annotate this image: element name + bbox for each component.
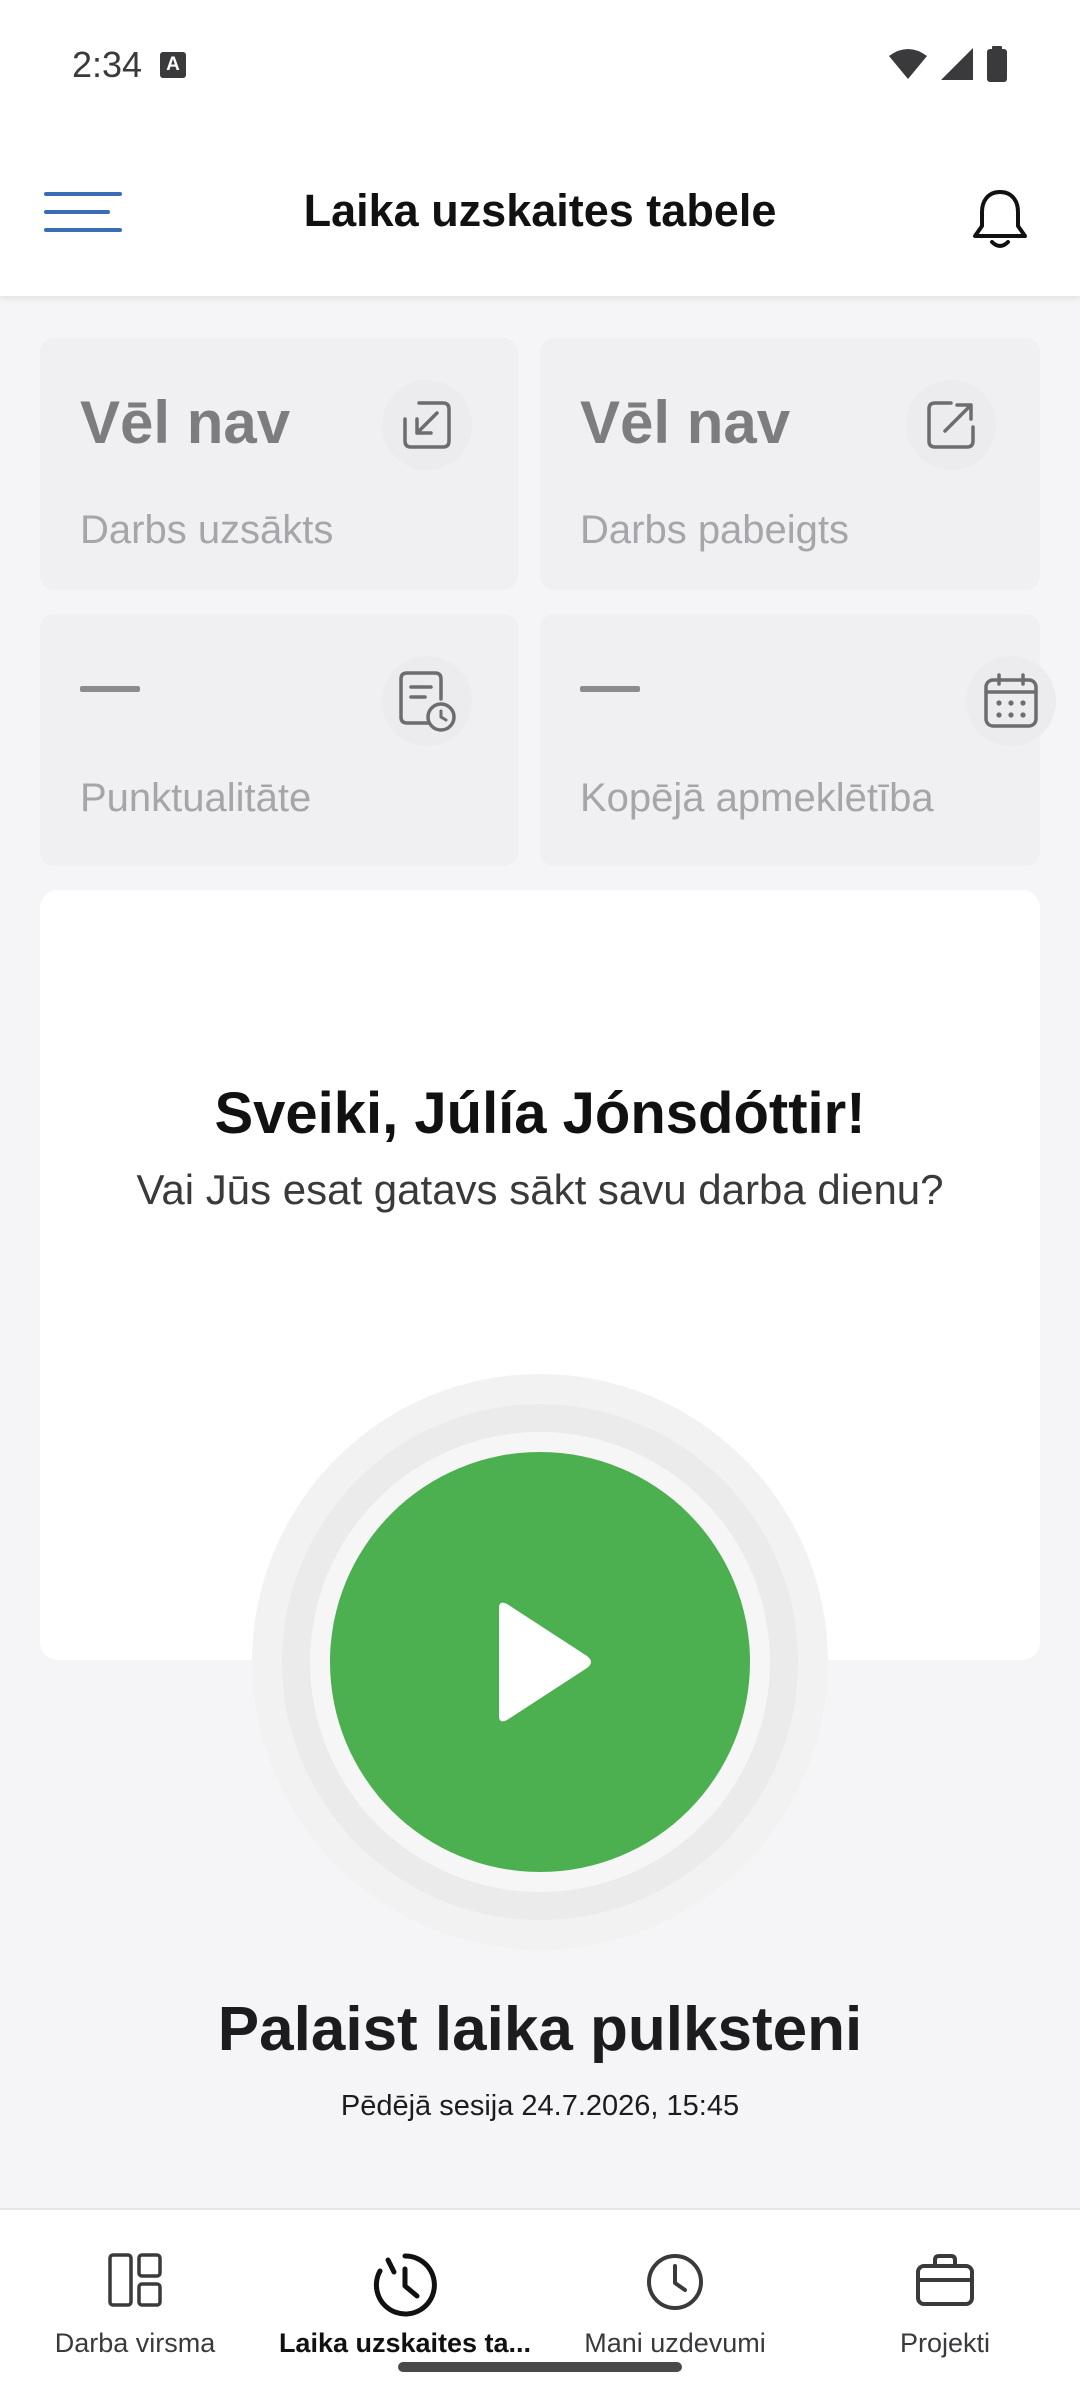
battery-icon	[987, 46, 1007, 82]
app-screen: 2:34 A Laika uzskaites tabele Vēl nav Da…	[0, 0, 1080, 2400]
work-finished-value: Vēl nav	[580, 389, 791, 456]
status-icons	[888, 46, 1008, 82]
work-finished-card: Vēl nav Darbs pabeigts	[540, 338, 1040, 590]
wifi-icon	[889, 49, 927, 79]
work-started-icon-wrap	[382, 380, 472, 470]
home-indicator	[398, 2362, 682, 2372]
nav-label-timesheet: Laika uzskaites ta...	[278, 2328, 532, 2358]
work-finished-label: Darbs pabeigts	[580, 508, 850, 552]
sign-out-arrow-icon	[927, 401, 975, 449]
last-session-text: Pēdējā sesija 24.7.2026, 15:45	[340, 2090, 740, 2122]
work-started-card: Vēl nav Darbs uzsākts	[40, 338, 518, 590]
notification-app-icon: A	[160, 52, 186, 78]
nav-label-my-tasks: Mani uzdevumi	[584, 2328, 766, 2358]
attendance-icon-wrap	[966, 656, 1056, 746]
start-timer-button[interactable]	[330, 1452, 750, 1872]
dashboard-icon	[108, 2253, 162, 2307]
attendance-card: Kopējā apmeklētība	[540, 614, 1056, 866]
status-time: 2:34	[72, 44, 143, 85]
nav-item-timesheet[interactable]: Laika uzskaites ta...	[270, 2210, 540, 2380]
punctuality-icon-wrap	[382, 656, 472, 746]
nav-item-projects[interactable]: Projekti	[810, 2210, 1080, 2380]
calendar-icon	[984, 673, 1038, 728]
sign-in-arrow-icon	[403, 401, 451, 449]
play-icon	[499, 1602, 591, 1722]
nav-item-my-tasks[interactable]: Mani uzdevumi	[540, 2210, 810, 2380]
nav-label-projects: Projekti	[899, 2328, 991, 2358]
greeting-subtitle: Vai Jūs esat gatavs sākt savu darba dien…	[136, 1166, 944, 1213]
work-started-value: Vēl nav	[80, 389, 291, 456]
clock-icon	[647, 2254, 703, 2310]
attendance-label: Kopējā apmeklētība	[580, 776, 934, 820]
punctuality-card: Punktualitāte	[40, 614, 518, 866]
punctuality-value-dash	[80, 686, 140, 692]
start-timer-title: Palaist laika pulksteni	[217, 1995, 863, 2064]
document-clock-icon	[399, 671, 456, 732]
attendance-value-dash	[580, 686, 640, 692]
clock-timer-icon	[373, 2253, 437, 2317]
page-title: Laika uzskaites tabele	[303, 185, 777, 236]
bell-icon	[973, 190, 1027, 248]
cell-signal-icon	[941, 48, 973, 80]
notifications-button[interactable]	[970, 186, 1030, 250]
work-finished-icon-wrap	[906, 380, 996, 470]
top-bar: 2:34 A Laika uzskaites tabele	[0, 0, 1080, 296]
nav-item-dashboard[interactable]: Darba virsma	[0, 2210, 270, 2380]
punctuality-label: Punktualitāte	[80, 776, 312, 820]
greeting-title: Sveiki, Júlía Jónsdóttir!	[214, 1081, 866, 1146]
briefcase-icon	[916, 2254, 974, 2306]
nav-label-dashboard: Darba virsma	[54, 2328, 216, 2358]
work-started-label: Darbs uzsākts	[80, 508, 334, 552]
